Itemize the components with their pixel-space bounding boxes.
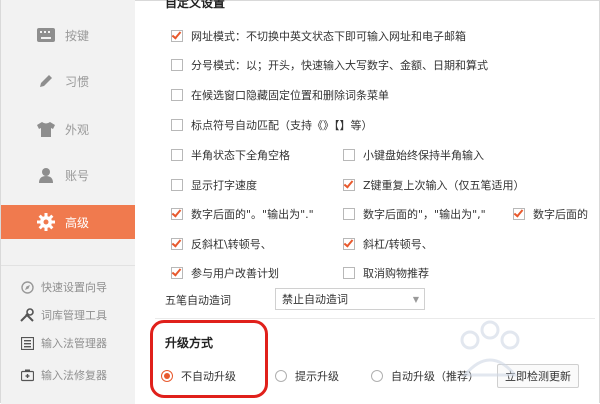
wubi-auto-word-label: 五笔自动造词 [165,294,231,307]
option-slash-comma[interactable]: 斜杠/转顿号、 [343,236,433,252]
tools-icon [19,308,35,322]
option-semicolon-mode[interactable]: 分号模式：以；开头，快速输入大写数字、金额、日期和算式 [171,57,488,73]
checkbox[interactable] [343,238,355,250]
select-value: 禁止自动造词 [282,293,348,306]
option-number-comma[interactable]: 数字后面的"，"输出为"," [343,206,486,222]
checkbox[interactable] [343,208,355,220]
checkbox[interactable] [171,89,183,101]
highlight-ring [150,320,268,398]
repair-icon [19,369,35,382]
tool-ime-repair[interactable]: 输入法修复器 [1,364,135,386]
tshirt-icon [31,121,61,137]
checkbox[interactable] [171,267,183,279]
radio[interactable] [371,370,383,382]
tool-dictionary-manager[interactable]: 词库管理工具 [1,304,135,326]
divider [155,318,595,319]
sidebar-item-habits[interactable]: 习惯 [1,64,135,98]
checkbox[interactable] [513,208,525,220]
checkbox[interactable] [171,30,183,42]
option-punctuation-match[interactable]: 标点符号自动匹配（支持《》【】等） [171,117,373,133]
radio-auto-upgrade[interactable]: 自动升级（推荐） [371,368,479,384]
sidebar-item-label: 习惯 [65,74,90,89]
sidebar-item-label: 高级 [65,215,90,230]
checkbox[interactable] [171,179,183,191]
keyboard-icon [31,28,61,42]
sidebar-item-account[interactable]: 账号 [1,158,135,192]
sidebar-item-keys[interactable]: 按键 [1,18,135,52]
option-number-period[interactable]: 数字后面的"。"输出为"." [171,206,314,222]
sidebar-item-appearance[interactable]: 外观 [1,112,135,146]
checkbox[interactable] [171,119,183,131]
chevron-down-icon: ▼ [412,294,420,304]
section-title: 自定义设置 [165,0,226,10]
sidebar-item-label: 外观 [65,122,90,137]
sidebar-item-advanced[interactable]: 高级 [1,205,135,239]
option-url-mode[interactable]: 网址模式：不切换中英文状态下即可输入网址和电子邮箱 [171,28,466,44]
option-typing-speed[interactable]: 显示打字速度 [171,177,257,193]
option-z-repeat[interactable]: Z键重复上次输入（仅五笔适用） [343,177,525,193]
checkbox[interactable] [171,149,183,161]
radio-prompt-upgrade[interactable]: 提示升级 [275,368,339,384]
option-cancel-shopping[interactable]: 取消购物推荐 [343,265,429,281]
sidebar: 按键 习惯 外观 账号 高级 快速设置向导 词库管理工具 输入法管理器 输入法修… [1,0,135,404]
wubi-auto-word-select[interactable]: 禁止自动造词 ▼ [275,288,425,310]
checkbox[interactable] [171,59,183,71]
checkbox[interactable] [171,238,183,250]
checkbox[interactable] [343,149,355,161]
option-fullwidth-space[interactable]: 半角状态下全角空格 [171,147,290,163]
compass-icon [19,280,35,294]
sidebar-divider [1,265,135,266]
user-icon [31,167,61,183]
tool-label: 输入法修复器 [41,369,107,382]
option-numpad-halfwidth[interactable]: 小键盘始终保持半角输入 [343,147,484,163]
radio[interactable] [275,370,287,382]
check-update-button[interactable]: 立即检测更新 [497,364,579,388]
tool-label: 快速设置向导 [41,281,107,294]
tool-quick-setup[interactable]: 快速设置向导 [1,276,135,298]
gear-icon [31,213,61,231]
option-improvement-plan[interactable]: 参与用户改善计划 [171,265,279,281]
list-icon [19,336,35,350]
pencil-icon [31,73,61,89]
sidebar-item-label: 账号 [65,168,90,183]
option-number-other[interactable]: 数字后面的 [513,206,588,222]
option-backslash-comma[interactable]: 反斜杠\转顿号、 [171,236,272,252]
tool-label: 词库管理工具 [41,309,107,322]
sidebar-item-label: 按键 [65,28,90,43]
tool-label: 输入法管理器 [41,337,107,350]
checkbox[interactable] [343,267,355,279]
option-hide-candidate-menu[interactable]: 在候选窗口隐藏固定位置和删除词条菜单 [171,87,389,103]
checkbox[interactable] [171,208,183,220]
tool-ime-manager[interactable]: 输入法管理器 [1,332,135,354]
checkbox[interactable] [343,179,355,191]
